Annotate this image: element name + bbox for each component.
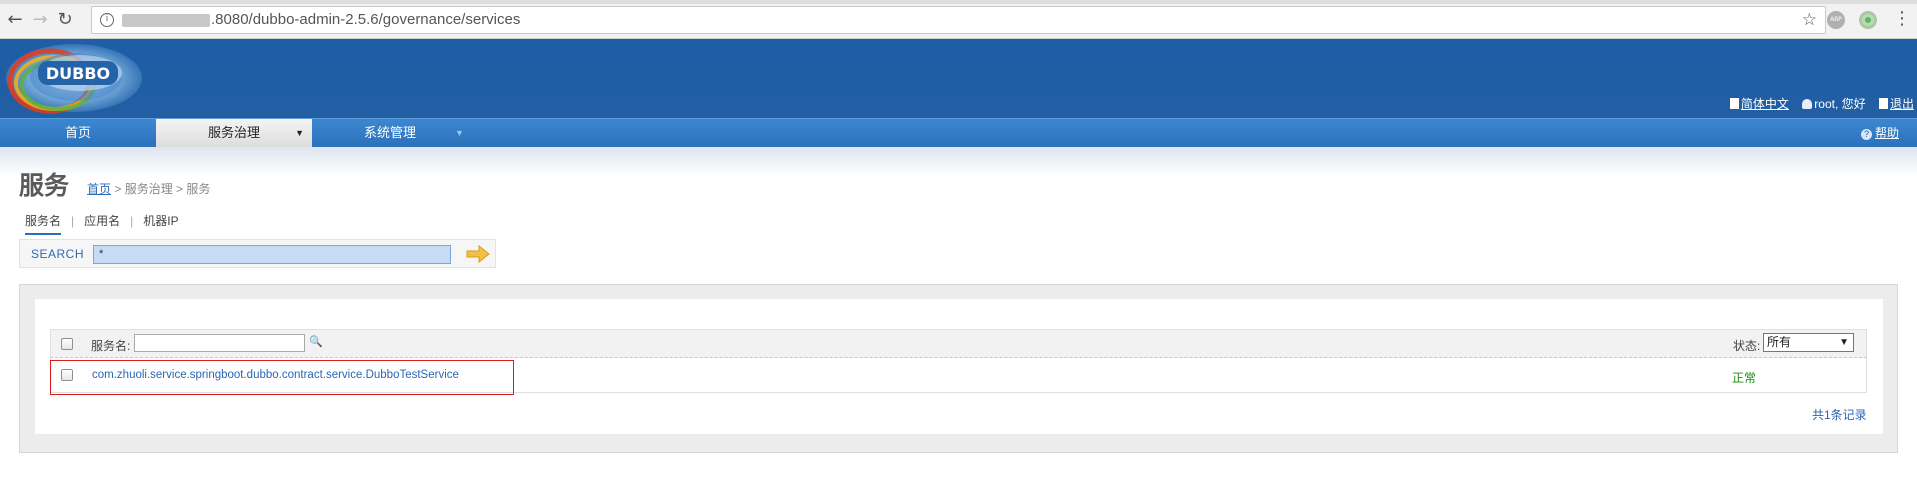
back-icon[interactable]: ← [4, 9, 26, 31]
logout-icon [1878, 98, 1888, 109]
chevron-down-icon: ▼ [295, 128, 304, 138]
chevron-down-icon: ▼ [455, 128, 464, 138]
user-bar: 简体中文 root, 您好 退出 [1720, 95, 1914, 112]
help-link[interactable]: ? 帮助 [1860, 119, 1899, 148]
header-shadow [0, 147, 1917, 177]
site-info-icon[interactable]: i [100, 13, 114, 27]
green-extension-icon[interactable] [1859, 11, 1877, 29]
breadcrumb: 首页 > 服务治理 > 服务 [87, 180, 210, 197]
search-bar: SEARCH * [19, 239, 496, 268]
language-link[interactable]: 简体中文 [1741, 97, 1789, 111]
user-greeting: root, 您好 [1814, 97, 1866, 111]
url-redacted-host: ... [122, 13, 210, 27]
highlight-box [50, 360, 514, 395]
nav-service-governance[interactable]: 服务治理 ▼ [156, 119, 312, 148]
tab-separator: | [130, 214, 134, 228]
search-icon[interactable]: 🔍 [309, 335, 323, 348]
tab-service-name[interactable]: 服务名 [25, 212, 62, 235]
search-type-tabs: 服务名 | 应用名 | 机器IP [25, 212, 179, 235]
page-title: 服务 [19, 172, 70, 200]
search-arrow-icon[interactable] [466, 245, 490, 263]
browser-toolbar: ← → ↻ i ....8080/dubbo-admin-2.5.6/gover… [0, 0, 1917, 39]
chevron-down-icon: ▼ [1839, 337, 1849, 348]
url-text[interactable]: ....8080/dubbo-admin-2.5.6/governance/se… [122, 11, 520, 28]
select-all-checkbox[interactable] [61, 338, 73, 350]
service-name-filter-input[interactable] [134, 334, 305, 352]
site-header [0, 39, 1917, 118]
status-badge: 正常 [1732, 371, 1757, 385]
adblock-extension-icon[interactable]: ABP [1827, 11, 1845, 29]
forward-icon[interactable]: → [29, 9, 51, 31]
address-bar[interactable]: i ....8080/dubbo-admin-2.5.6/governance/… [91, 6, 1826, 34]
nav-system-management-label: 系统管理 [363, 125, 416, 140]
tab-application-name[interactable]: 应用名 [84, 212, 120, 229]
search-label: SEARCH [31, 247, 85, 261]
tab-machine-ip[interactable]: 机器IP [143, 212, 178, 229]
question-icon: ? [1860, 129, 1872, 140]
logo-text: DUBBO [46, 64, 110, 83]
user-icon [1802, 99, 1813, 109]
reload-icon[interactable]: ↻ [54, 9, 76, 31]
tab-separator: | [71, 214, 75, 228]
breadcrumb-path: > 服务治理 > 服务 [111, 182, 211, 196]
breadcrumb-home-link[interactable]: 首页 [87, 182, 111, 196]
nav-service-governance-label: 服务治理 [207, 125, 260, 140]
service-name-label: 服务名: [91, 339, 131, 353]
logout-link[interactable]: 退出 [1890, 97, 1914, 111]
main-nav: 首页 服务治理 ▼ 系统管理 ▼ ? 帮助 [0, 118, 1917, 148]
document-icon [1729, 98, 1739, 109]
search-input[interactable]: * [93, 245, 451, 264]
tab-strip [0, 0, 1917, 4]
nav-home[interactable]: 首页 [0, 119, 156, 148]
nav-system-management[interactable]: 系统管理 ▼ [312, 119, 468, 148]
table-header: 服务名: 🔍 状态: 所有 ▼ [50, 329, 1867, 358]
status-select[interactable]: 所有 ▼ [1763, 333, 1854, 352]
browser-menu-icon[interactable]: ⋮ [1893, 8, 1911, 30]
help-label[interactable]: 帮助 [1875, 126, 1899, 140]
dubbo-logo[interactable]: DUBBO [2, 41, 144, 115]
status-select-value: 所有 [1767, 335, 1792, 349]
record-count: 共1条记录 [1812, 408, 1867, 422]
bookmark-star-icon[interactable]: ☆ [1802, 10, 1817, 30]
status-label: 状态: [1733, 339, 1761, 353]
